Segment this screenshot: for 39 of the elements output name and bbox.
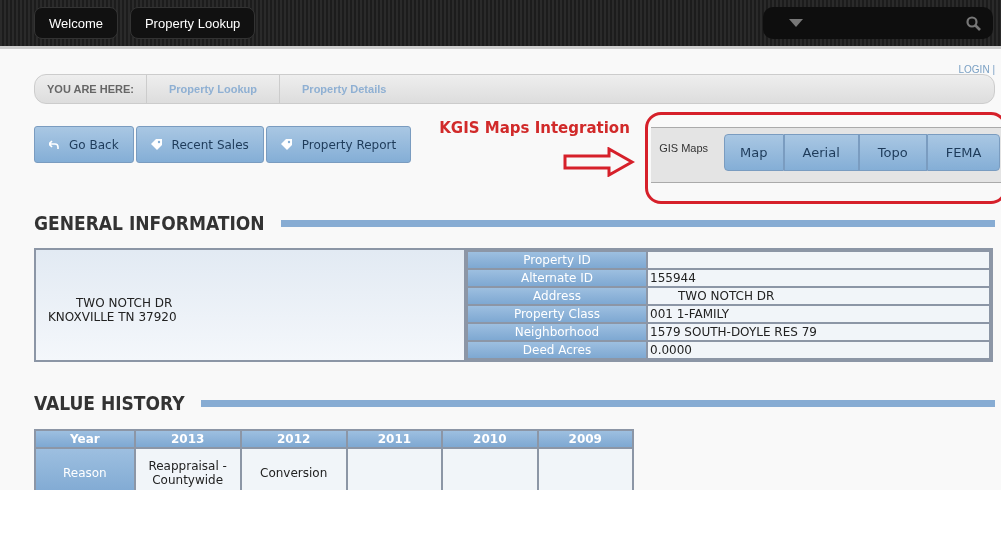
table-cell: Reappraisal - Countywide <box>134 448 241 490</box>
map-button[interactable]: FEMA <box>926 134 1001 171</box>
action-button[interactable]: Recent Sales <box>135 126 264 163</box>
search-field[interactable] <box>763 7 993 39</box>
column-header: 2012 <box>240 430 347 448</box>
field-value: 155944 <box>650 271 696 285</box>
login-link[interactable]: LOGIN | <box>34 49 995 74</box>
section-heading: GENERAL INFORMATION <box>34 212 265 234</box>
map-button[interactable]: Map <box>724 134 784 171</box>
field-value: 1579 SOUTH-DOYLE RES 79 <box>650 325 817 339</box>
tag-icon <box>150 139 162 150</box>
breadcrumb-label: YOU ARE HERE: <box>35 75 147 103</box>
row-header: Reason <box>35 448 135 490</box>
column-header: 2009 <box>537 430 633 448</box>
section-heading: VALUE HISTORY <box>34 392 185 414</box>
action-button[interactable]: Go Back <box>34 126 134 163</box>
map-button[interactable]: Aerial <box>783 134 859 171</box>
arrow-icon <box>563 147 636 177</box>
owner-address-line: TWO NOTCH DR <box>75 296 174 310</box>
field-label: Property ID <box>467 251 647 269</box>
column-header: 2013 <box>134 430 241 448</box>
field-value: 0.0000 <box>650 343 692 357</box>
map-button[interactable]: Topo <box>858 134 927 171</box>
field-value: 001 1-FAMILY <box>650 307 729 321</box>
field-value: TWO NOTCH DR <box>677 289 775 303</box>
action-button[interactable]: Property Report <box>265 126 412 163</box>
nav-tab[interactable]: Welcome <box>34 7 118 39</box>
search-icon[interactable] <box>966 15 981 31</box>
gis-maps-label: GIS Maps <box>659 142 709 154</box>
table-cell: Conversion <box>240 448 347 490</box>
column-header: 2011 <box>346 430 443 448</box>
nav-tab[interactable]: Property Lookup <box>129 7 256 39</box>
back-arrow-icon <box>49 139 59 150</box>
column-header: Year <box>35 430 135 448</box>
owner-address-line: KNOXVILLE TN 37920 <box>48 310 178 324</box>
tag-icon <box>280 139 292 150</box>
dropdown-caret-icon[interactable] <box>789 19 803 27</box>
annotation-text: KGIS Maps Integration <box>439 119 631 137</box>
column-header: 2010 <box>442 430 538 448</box>
